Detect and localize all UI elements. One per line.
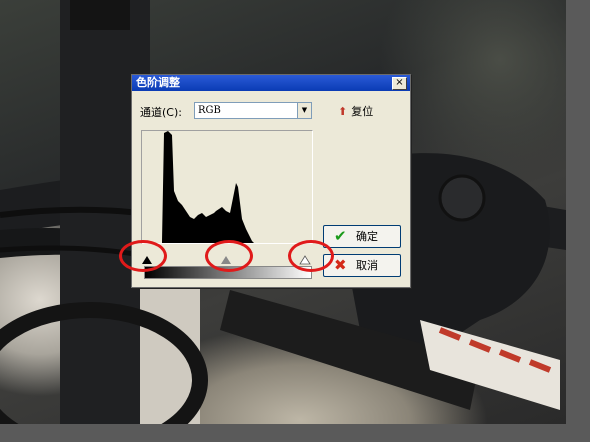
cross-icon: ✖ (334, 256, 347, 274)
levels-dialog: 色阶调整 × 通道(C): RGB ▼ ⬆ 复位 ✔ 确定 ✖ 取消 (131, 74, 411, 288)
annotation-circle-black (119, 240, 167, 272)
dialog-titlebar[interactable]: 色阶调整 × (132, 75, 410, 91)
chevron-down-icon[interactable]: ▼ (297, 103, 311, 118)
histogram-shape (142, 131, 312, 243)
close-button[interactable]: × (392, 77, 407, 90)
reset-label: 复位 (351, 105, 374, 118)
ok-label: 确定 (356, 230, 378, 243)
reset-button[interactable]: ⬆ 复位 (338, 103, 398, 119)
channel-label: 通道(C): (140, 106, 182, 119)
canvas-border-bottom (0, 424, 590, 442)
histogram (142, 131, 312, 243)
annotation-circle-white (288, 240, 334, 272)
ok-button[interactable]: ✔ 确定 (323, 225, 401, 248)
channel-select[interactable]: RGB ▼ (194, 102, 312, 119)
channel-value: RGB (198, 105, 221, 116)
canvas-border-right (566, 0, 590, 442)
histogram-panel (141, 130, 313, 244)
checkmark-icon: ✔ (334, 227, 347, 245)
cancel-button[interactable]: ✖ 取消 (323, 254, 401, 277)
cancel-label: 取消 (356, 259, 378, 272)
annotation-circle-gamma (205, 240, 253, 272)
arrow-up-icon: ⬆ (338, 105, 348, 118)
dialog-title: 色阶调整 (136, 76, 180, 89)
